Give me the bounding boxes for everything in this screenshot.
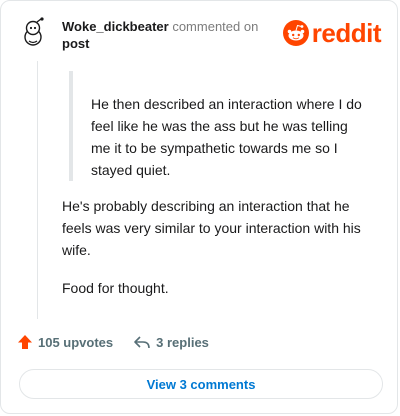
reddit-logo[interactable]: reddit [282,18,382,48]
username-link[interactable]: Woke_dickbeater [62,19,169,34]
comment-footer: 105 upvotes 3 replies [17,334,209,350]
upvote-button[interactable]: 105 upvotes [17,334,113,350]
upvote-count: 105 upvotes [38,334,114,350]
post-link[interactable]: post [62,35,258,52]
action-text: commented on [172,19,259,34]
comment-card: Woke_dickbeater commented on post reddit… [0,0,398,414]
comment-header: Woke_dickbeater commented on post [62,18,258,52]
comment-paragraph: Food for thought. [62,280,169,296]
reply-button[interactable]: 3 replies [133,334,209,350]
reply-arrow-icon [134,336,150,349]
reply-count: 3 replies [156,334,209,350]
quote-block: He then described an interaction where I… [69,71,369,181]
comment-paragraph: He's probably describing an interaction … [62,198,361,258]
thread-line[interactable] [37,61,38,319]
upvote-arrow-icon [18,335,32,349]
comment-body: He's probably describing an interaction … [62,195,372,315]
reddit-snoo-icon [282,20,309,46]
brand-wordmark: reddit [311,18,382,48]
view-comments-button[interactable]: View 3 comments [19,369,383,399]
user-avatar-icon[interactable] [19,17,49,47]
